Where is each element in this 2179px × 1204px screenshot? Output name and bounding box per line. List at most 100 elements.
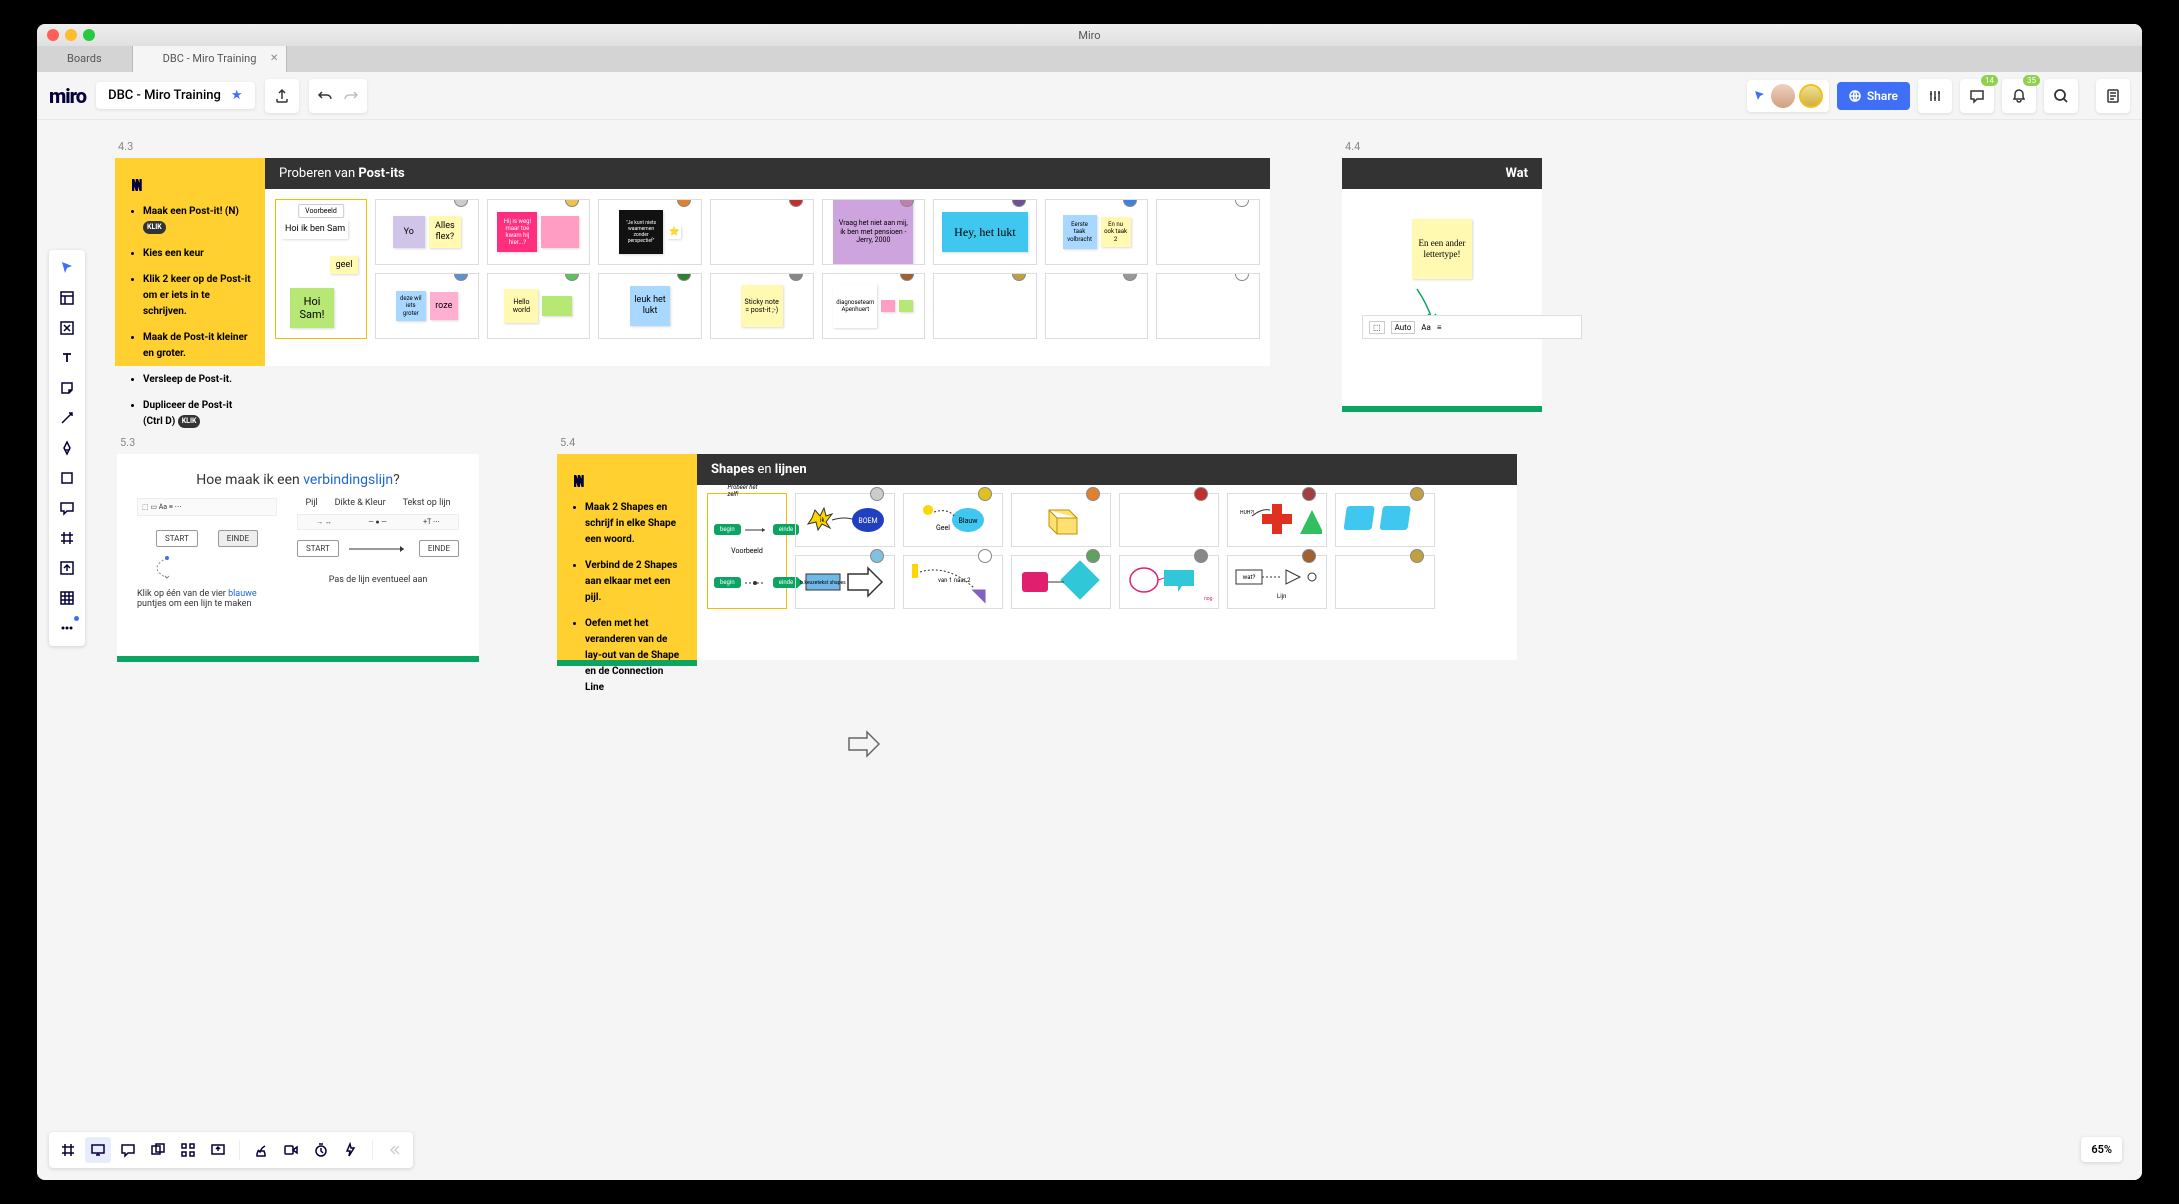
close-window-button[interactable] (47, 29, 59, 41)
shape-cell[interactable]: van 1 naar 2 (903, 555, 1003, 609)
shape-cell[interactable] (1335, 493, 1435, 547)
avatar-user-1[interactable] (1771, 84, 1795, 108)
postit-cell[interactable]: Hij is weg! maar toe kwam hij hier...? (487, 199, 591, 265)
postit[interactable]: diagnoseteam Apenhuert (833, 284, 877, 328)
shape-cell[interactable] (1011, 555, 1111, 609)
postit-cell[interactable]: deze wil iets groterroze (375, 273, 479, 339)
postit-cell[interactable] (1156, 199, 1260, 265)
screen-share-icon[interactable] (205, 1137, 231, 1163)
table-tool[interactable] (53, 584, 81, 612)
voorbeeld-cell[interactable]: Voorbeeld Probeer het zelf! begin einde … (707, 493, 787, 609)
arrow-shape[interactable] (847, 730, 881, 758)
upload-tool[interactable] (53, 554, 81, 582)
activity-icon[interactable] (338, 1137, 364, 1163)
collapse-icon[interactable] (381, 1137, 407, 1163)
avatar-user-2[interactable] (1799, 84, 1823, 108)
star-icon[interactable]: ★ (231, 88, 243, 103)
postit-cell[interactable]: Hey, het lukt (933, 199, 1037, 265)
minimize-window-button[interactable] (65, 29, 77, 41)
stamp-tool[interactable] (53, 314, 81, 342)
tab-current-board[interactable]: DBC - Miro Training ✕ (133, 46, 288, 72)
postit[interactable]: Hello world (504, 289, 538, 323)
postit-cell[interactable]: Hello world (487, 273, 591, 339)
frame-5-4[interactable]: 5.4 Maak 2 Shapes en schrijf in elke Sha… (557, 454, 1517, 660)
shape-cell[interactable] (1335, 555, 1435, 609)
comments-button[interactable]: 14 (1960, 79, 1994, 113)
postit[interactable]: Hoi Sam! (290, 288, 334, 328)
postit[interactable]: Eerste taak volbracht (1063, 215, 1097, 249)
redo-button[interactable] (343, 88, 359, 104)
postit[interactable]: ⭐ (667, 225, 681, 239)
miro-logo[interactable]: miro (49, 84, 86, 108)
voorbeeld-cell[interactable]: Voorbeeld Probeer het zelf! Hoi ik ben S… (275, 199, 367, 339)
start-node[interactable]: START (156, 530, 198, 547)
chat-icon[interactable] (115, 1137, 141, 1163)
postit[interactable]: En een ander lettertype! (1412, 219, 1472, 279)
timer-icon[interactable] (308, 1137, 334, 1163)
mini-toolbar[interactable]: ⬚ Auto Aa ≡ (1362, 315, 1582, 339)
shape[interactable]: begin (714, 577, 741, 588)
present-icon[interactable] (85, 1137, 111, 1163)
pen-tool[interactable] (53, 434, 81, 462)
undo-button[interactable] (317, 88, 333, 104)
postit[interactable] (899, 300, 913, 312)
postit-cell[interactable]: "Je kunt niets waarnemen zonder perspect… (598, 199, 702, 265)
shape[interactable]: begin (714, 524, 741, 535)
shape-cell[interactable]: b.keuzetekst shapes (795, 555, 895, 609)
video-icon[interactable] (278, 1137, 304, 1163)
line-tool[interactable] (53, 404, 81, 432)
start-node[interactable]: START (297, 540, 339, 557)
shape-cell[interactable]: HUH?! (1227, 493, 1327, 547)
cursor-tool[interactable] (53, 254, 81, 282)
postit[interactable]: Hoi ik ben Sam (282, 220, 348, 239)
frame-tool[interactable] (53, 524, 81, 552)
postit[interactable]: En nu ook taak 2 (1101, 217, 1131, 247)
postit-cell[interactable]: diagnoseteam Apenhuert (822, 273, 926, 339)
share-button[interactable]: Share (1837, 82, 1910, 110)
frames-icon[interactable] (55, 1137, 81, 1163)
postit[interactable] (541, 216, 579, 248)
board-title-pill[interactable]: DBC - Miro Training ★ (96, 82, 254, 109)
cards-icon[interactable] (145, 1137, 171, 1163)
shape-cell[interactable]: BlauwGeel (903, 493, 1003, 547)
tab-boards[interactable]: Boards (37, 46, 133, 72)
canvas[interactable]: 4.3 Maak een Post-it! (N) KLIK Kies een … (37, 120, 2142, 1180)
postit[interactable]: deze wil iets groter (396, 291, 426, 321)
postit[interactable]: Hij is weg! maar toe kwam hij hier...? (497, 212, 537, 252)
postit[interactable] (542, 296, 572, 316)
vote-icon[interactable] (248, 1137, 274, 1163)
einde-node[interactable]: EINDE (218, 530, 258, 547)
postit-cell[interactable]: YoAlles flex? (375, 199, 479, 265)
postit-cell[interactable]: Vraag het niet aan mij, ik ben met pensi… (822, 199, 926, 265)
postit[interactable]: roze (430, 292, 458, 320)
frame-5-3[interactable]: 5.3 Hoe maak ik een verbindingslijn? ⬚ ▭… (117, 454, 479, 656)
postit-cell[interactable]: Eerste taak volbrachtEn nu ook taak 2 (1045, 199, 1149, 265)
postit[interactable]: geel (330, 256, 358, 274)
shape-tool[interactable] (53, 464, 81, 492)
postit[interactable] (881, 300, 895, 312)
postit[interactable]: Sticky note = post-it ;-) (741, 285, 783, 327)
frame-4-3[interactable]: 4.3 Maak een Post-it! (N) KLIK Kies een … (115, 158, 1270, 366)
postit-cell[interactable] (1156, 273, 1260, 339)
postit-cell[interactable]: Sticky note = post-it ;-) (710, 273, 814, 339)
template-tool[interactable] (53, 284, 81, 312)
more-tools[interactable] (53, 614, 81, 642)
collaborators-pill[interactable] (1747, 80, 1829, 112)
shape-cell[interactable]: ikBOEM (795, 493, 895, 547)
comment-tool[interactable] (53, 494, 81, 522)
search-button[interactable] (2044, 79, 2078, 113)
maximize-window-button[interactable] (83, 29, 95, 41)
notes-button[interactable] (2096, 79, 2130, 113)
einde-node[interactable]: EINDE (419, 540, 459, 557)
sticky-tool[interactable] (53, 374, 81, 402)
postit-cell[interactable] (710, 199, 814, 265)
postit[interactable]: Hey, het lukt (942, 212, 1028, 252)
shape-cell[interactable] (1011, 493, 1111, 547)
reactions-icon[interactable] (175, 1137, 201, 1163)
shape-cell[interactable]: wat?LijnEXTRIMT (1227, 555, 1327, 609)
zoom-level[interactable]: 65% (2081, 1137, 2122, 1162)
export-button[interactable] (265, 79, 299, 113)
postit[interactable]: "Je kunt niets waarnemen zonder perspect… (619, 210, 663, 254)
postit[interactable]: leuk het lukt (630, 286, 670, 326)
frame-4-4[interactable]: 4.4 Wat En een ander lettertype! ⬚ Auto … (1342, 158, 1542, 406)
